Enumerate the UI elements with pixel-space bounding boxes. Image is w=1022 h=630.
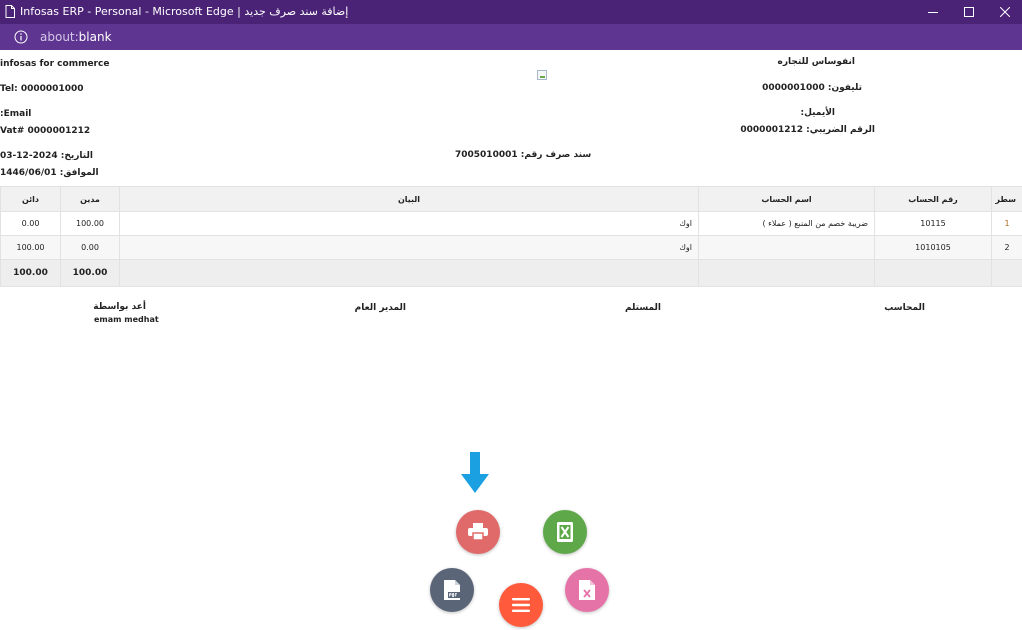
prepared-by-name: emam medhat	[94, 315, 159, 324]
company-tel-en: Tel: 0000001000	[0, 84, 84, 94]
close-icon	[1000, 7, 1010, 17]
cell-account-name: ضريبة خصم من المنبع ( عملاء )	[698, 211, 875, 236]
company-tel-ar: تليفون: 0000001000	[762, 83, 862, 93]
voucher-number: سند صرف رقم: 7005010001	[455, 150, 592, 160]
down-arrow-icon	[461, 452, 489, 493]
cell-credit: 0.00	[0, 211, 61, 236]
cell-statement: اوك	[119, 235, 699, 260]
totals-row: 100.00 100.00	[0, 259, 1022, 287]
company-name-en: infosas for commerce	[0, 59, 110, 69]
company-email-ar: الأيميل:	[800, 108, 835, 118]
cell-debit: 100.00	[60, 211, 120, 236]
cell-statement: اوك	[119, 211, 699, 236]
totals-empty	[698, 259, 875, 287]
table-row: 1 10115 ضريبة خصم من المنبع ( عملاء ) او…	[0, 211, 1022, 236]
url-scheme: about:	[40, 30, 79, 44]
company-name-ar: انفوساس للتجاره	[777, 57, 855, 67]
company-logo-image	[537, 70, 547, 80]
minimize-button[interactable]	[915, 0, 951, 24]
cell-line: 1	[991, 211, 1022, 236]
cell-credit: 100.00	[0, 235, 61, 260]
company-email-en: :Email	[0, 109, 32, 119]
info-icon[interactable]	[14, 30, 28, 44]
menu-icon	[512, 598, 530, 612]
header-line: سطر	[991, 186, 1022, 212]
export-x-file-button[interactable]	[565, 568, 609, 612]
voucher-document: infosas for commerce Tel: 0000001000 :Em…	[0, 50, 1022, 630]
company-vat-en: Vat# 0000001212	[0, 126, 91, 136]
export-pdf-button[interactable]	[430, 568, 474, 612]
printer-icon	[468, 523, 488, 541]
cell-account-name	[698, 235, 875, 260]
totals-empty	[991, 259, 1022, 287]
document-icon	[5, 5, 15, 18]
url-host: blank	[78, 30, 112, 44]
header-account-name: اسم الحساب	[698, 186, 875, 212]
header-account-no: رقم الحساب	[874, 186, 992, 212]
export-excel-button[interactable]	[543, 510, 587, 554]
signature-accountant: المحاسب	[884, 303, 925, 313]
totals-empty	[874, 259, 992, 287]
header-statement: البيان	[119, 186, 699, 212]
maximize-button[interactable]	[951, 0, 987, 24]
pdf-icon	[444, 580, 460, 600]
voucher-date: التاريخ: 2024-12-03	[0, 151, 93, 161]
print-button[interactable]	[456, 510, 500, 554]
minimize-icon	[928, 12, 938, 13]
close-button[interactable]	[987, 0, 1022, 24]
total-credit: 100.00	[0, 259, 61, 287]
window-title: Infosas ERP - Personal - Microsoft Edge …	[20, 5, 349, 18]
cell-line: 2	[991, 235, 1022, 260]
cell-debit: 0.00	[60, 235, 120, 260]
totals-empty	[119, 259, 699, 287]
voucher-hijri-date: الموافق: 1446/06/01	[0, 168, 99, 178]
address-bar[interactable]: about:blank	[0, 24, 1022, 50]
url-text[interactable]: about:blank	[40, 30, 112, 44]
excel-icon	[557, 522, 573, 542]
signature-receiver: المستلم	[624, 303, 661, 313]
signature-prepared-by: أعد بواسطة	[93, 302, 146, 312]
x-file-icon	[579, 580, 595, 600]
menu-button[interactable]	[499, 583, 543, 627]
total-debit: 100.00	[60, 259, 120, 287]
table-header-row: سطر رقم الحساب اسم الحساب البيان مدين دا…	[0, 186, 1022, 212]
header-credit: دائن	[0, 186, 61, 212]
window-titlebar: Infosas ERP - Personal - Microsoft Edge …	[0, 0, 1022, 24]
signature-general-manager: المدير العام	[354, 303, 406, 313]
header-debit: مدين	[60, 186, 120, 212]
maximize-icon	[964, 7, 974, 17]
table-row: 2 1010105 اوك 0.00 100.00	[0, 235, 1022, 260]
company-vat-ar: الرقم الضريبي: 0000001212	[740, 125, 875, 135]
cell-account-no: 10115	[874, 211, 992, 236]
voucher-lines-table: سطر رقم الحساب اسم الحساب البيان مدين دا…	[0, 186, 1022, 287]
cell-account-no: 1010105	[874, 235, 992, 260]
